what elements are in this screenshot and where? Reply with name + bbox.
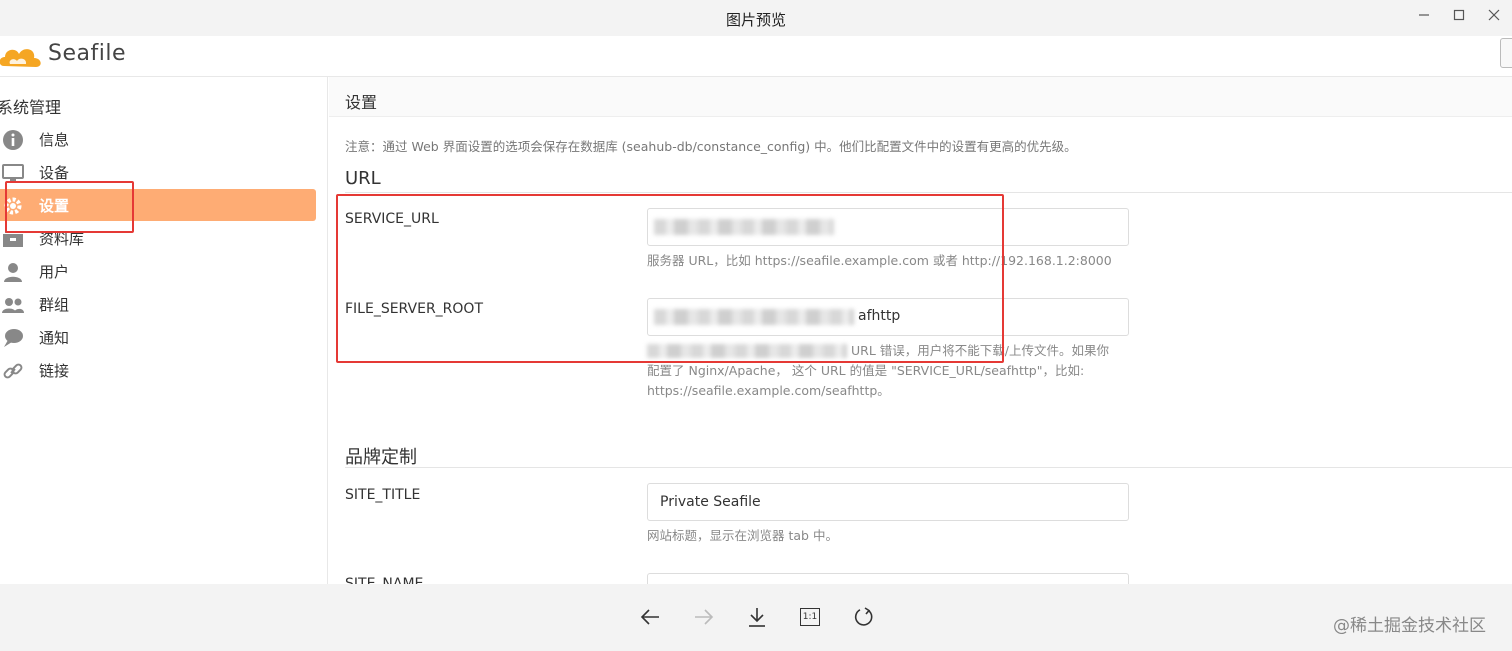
preview-image: Seafile 系统管理 信息 设备 设置 资料库 用户 群组 通知 链接 设置… <box>0 36 1512 584</box>
info-icon <box>3 130 23 150</box>
minimize-button[interactable] <box>1410 4 1438 26</box>
sidebar-item-links[interactable]: 链接 <box>0 354 316 386</box>
watermark: @稀土掘金技术社区 <box>1333 616 1486 636</box>
settings-note: 注意：通过 Web 界面设置的选项会保存在数据库 (seahub-db/cons… <box>345 139 1077 154</box>
sidebar-item-notifications[interactable]: 通知 <box>0 321 316 353</box>
avatar[interactable] <box>1500 38 1512 68</box>
sidebar-heading: 系统管理 <box>0 98 62 117</box>
user-icon <box>4 263 22 282</box>
window-titlebar: 图片预览 <box>0 0 1512 36</box>
file-server-root-input[interactable]: afhttp <box>647 298 1129 336</box>
back-button[interactable] <box>637 604 663 630</box>
minimize-icon <box>1419 14 1429 16</box>
sidebar-item-users[interactable]: 用户 <box>0 255 316 287</box>
settings-main: 设置 注意：通过 Web 界面设置的选项会保存在数据库 (seahub-db/c… <box>329 77 1512 584</box>
section-divider <box>345 192 1512 193</box>
page-header: 设置 <box>329 77 1512 117</box>
app-header: Seafile <box>0 36 1512 77</box>
link-icon <box>3 363 23 379</box>
rotate-button[interactable] <box>851 604 877 630</box>
sidebar-item-settings[interactable]: 设置 <box>0 189 316 221</box>
sidebar-item-devices[interactable]: 设备 <box>0 156 316 188</box>
chat-icon <box>4 329 23 347</box>
download-icon <box>749 608 765 627</box>
site-title-label: SITE_TITLE <box>345 487 421 503</box>
file-server-root-label: FILE_SERVER_ROOT <box>345 301 483 317</box>
redacted-value <box>647 344 847 358</box>
close-button[interactable] <box>1480 4 1508 26</box>
monitor-icon <box>2 164 24 183</box>
sidebar-item-label: 通知 <box>39 329 70 347</box>
maximize-button[interactable] <box>1445 4 1473 26</box>
redacted-value <box>654 219 834 235</box>
admin-sidebar: 系统管理 信息 设备 设置 资料库 用户 群组 通知 链接 <box>0 77 328 584</box>
actual-size-button[interactable]: 1:1 <box>797 604 823 630</box>
window-title: 图片预览 <box>725 11 786 29</box>
sidebar-item-groups[interactable]: 群组 <box>0 288 316 320</box>
back-arrow-icon <box>640 609 659 625</box>
site-name-label: SITE_NAME <box>345 576 424 584</box>
sidebar-item-libraries[interactable]: 资料库 <box>0 222 316 254</box>
maximize-icon <box>1453 9 1465 21</box>
service-url-input[interactable] <box>647 208 1129 246</box>
site-title-input[interactable] <box>647 483 1129 521</box>
sidebar-item-label: 设备 <box>39 164 70 182</box>
forward-button[interactable] <box>691 604 717 630</box>
sidebar-item-label: 资料库 <box>39 230 85 248</box>
app-logo-text[interactable]: Seafile <box>48 41 126 66</box>
site-name-input[interactable] <box>647 573 1129 584</box>
seafile-logo-icon <box>0 49 41 67</box>
viewer-toolbar: 1:1 @稀土掘金技术社区 <box>0 584 1512 651</box>
gear-icon <box>4 197 22 215</box>
sidebar-item-label: 信息 <box>39 131 70 149</box>
redacted-value <box>654 309 854 325</box>
close-icon <box>1488 9 1500 21</box>
forward-arrow-icon <box>695 609 714 625</box>
sidebar-item-label: 用户 <box>39 263 70 281</box>
library-icon <box>3 231 23 247</box>
service-url-help: 服务器 URL，比如 https://seafile.example.com 或… <box>647 253 1112 268</box>
actual-size-icon: 1:1 <box>800 608 820 626</box>
file-server-root-value: afhttp <box>858 308 901 324</box>
sidebar-item-info[interactable]: 信息 <box>0 123 316 155</box>
site-title-help: 网站标题，显示在浏览器 tab 中。 <box>647 528 838 543</box>
section-title-url: URL <box>345 168 381 189</box>
download-button[interactable] <box>744 604 770 630</box>
sidebar-item-label: 设置 <box>39 197 70 215</box>
section-title-branding: 品牌定制 <box>345 447 417 468</box>
page-title: 设置 <box>345 93 378 112</box>
service-url-label: SERVICE_URL <box>345 211 439 227</box>
sidebar-item-label: 链接 <box>39 362 70 380</box>
section-divider <box>345 467 1512 468</box>
sidebar-item-label: 群组 <box>39 296 70 314</box>
group-icon <box>2 298 24 313</box>
rotate-icon <box>854 607 873 626</box>
